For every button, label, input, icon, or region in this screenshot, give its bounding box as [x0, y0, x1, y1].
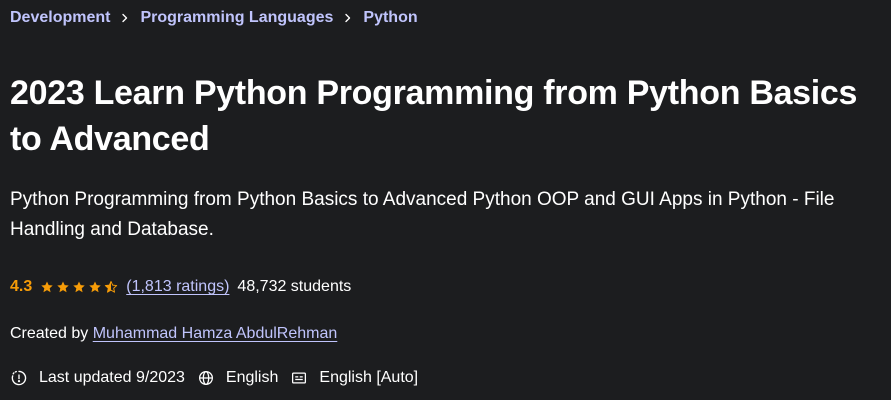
star-icon: [57, 281, 69, 293]
instructor-link[interactable]: Muhammad Hamza AbdulRehman: [93, 325, 338, 342]
created-by-row: Created by Muhammad Hamza AbdulRehman: [10, 325, 337, 343]
course-captions: English [Auto]: [290, 369, 418, 387]
breadcrumb: Development Programming Languages Python: [10, 8, 418, 28]
course-title: 2023 Learn Python Programming from Pytho…: [10, 74, 858, 158]
star-icon: [73, 281, 85, 293]
language-text: English: [225, 369, 279, 386]
star-icon: [89, 281, 101, 293]
meta-row: Last updated 9/2023 English English [Aut…: [10, 369, 430, 387]
created-by-label: Created by: [10, 325, 89, 342]
students-count: 48,732 students: [237, 278, 352, 295]
last-updated-text: Last updated 9/2023: [39, 369, 185, 386]
chevron-right-icon: [110, 8, 140, 28]
star-icon: [41, 281, 53, 293]
closed-captions-icon: [290, 369, 308, 387]
last-updated: Last updated 9/2023: [10, 369, 185, 387]
captions-text: English [Auto]: [319, 369, 419, 386]
breadcrumb-development[interactable]: Development: [10, 9, 110, 27]
breadcrumb-python[interactable]: Python: [363, 9, 417, 27]
chevron-right-icon: [333, 8, 363, 28]
rating-value: 4.3: [10, 278, 33, 295]
course-subtitle: Python Programming from Python Basics to…: [10, 189, 835, 240]
rating-row: 4.3 (1,813 ratings) 48,732 students: [10, 278, 351, 296]
breadcrumb-programming-languages[interactable]: Programming Languages: [140, 9, 333, 27]
alert-badge-icon: [10, 369, 28, 387]
course-language: English: [197, 369, 278, 387]
globe-icon: [197, 369, 215, 387]
ratings-count-link[interactable]: (1,813 ratings): [126, 278, 229, 296]
star-rating: [40, 280, 118, 294]
star-half-icon: [105, 280, 118, 293]
